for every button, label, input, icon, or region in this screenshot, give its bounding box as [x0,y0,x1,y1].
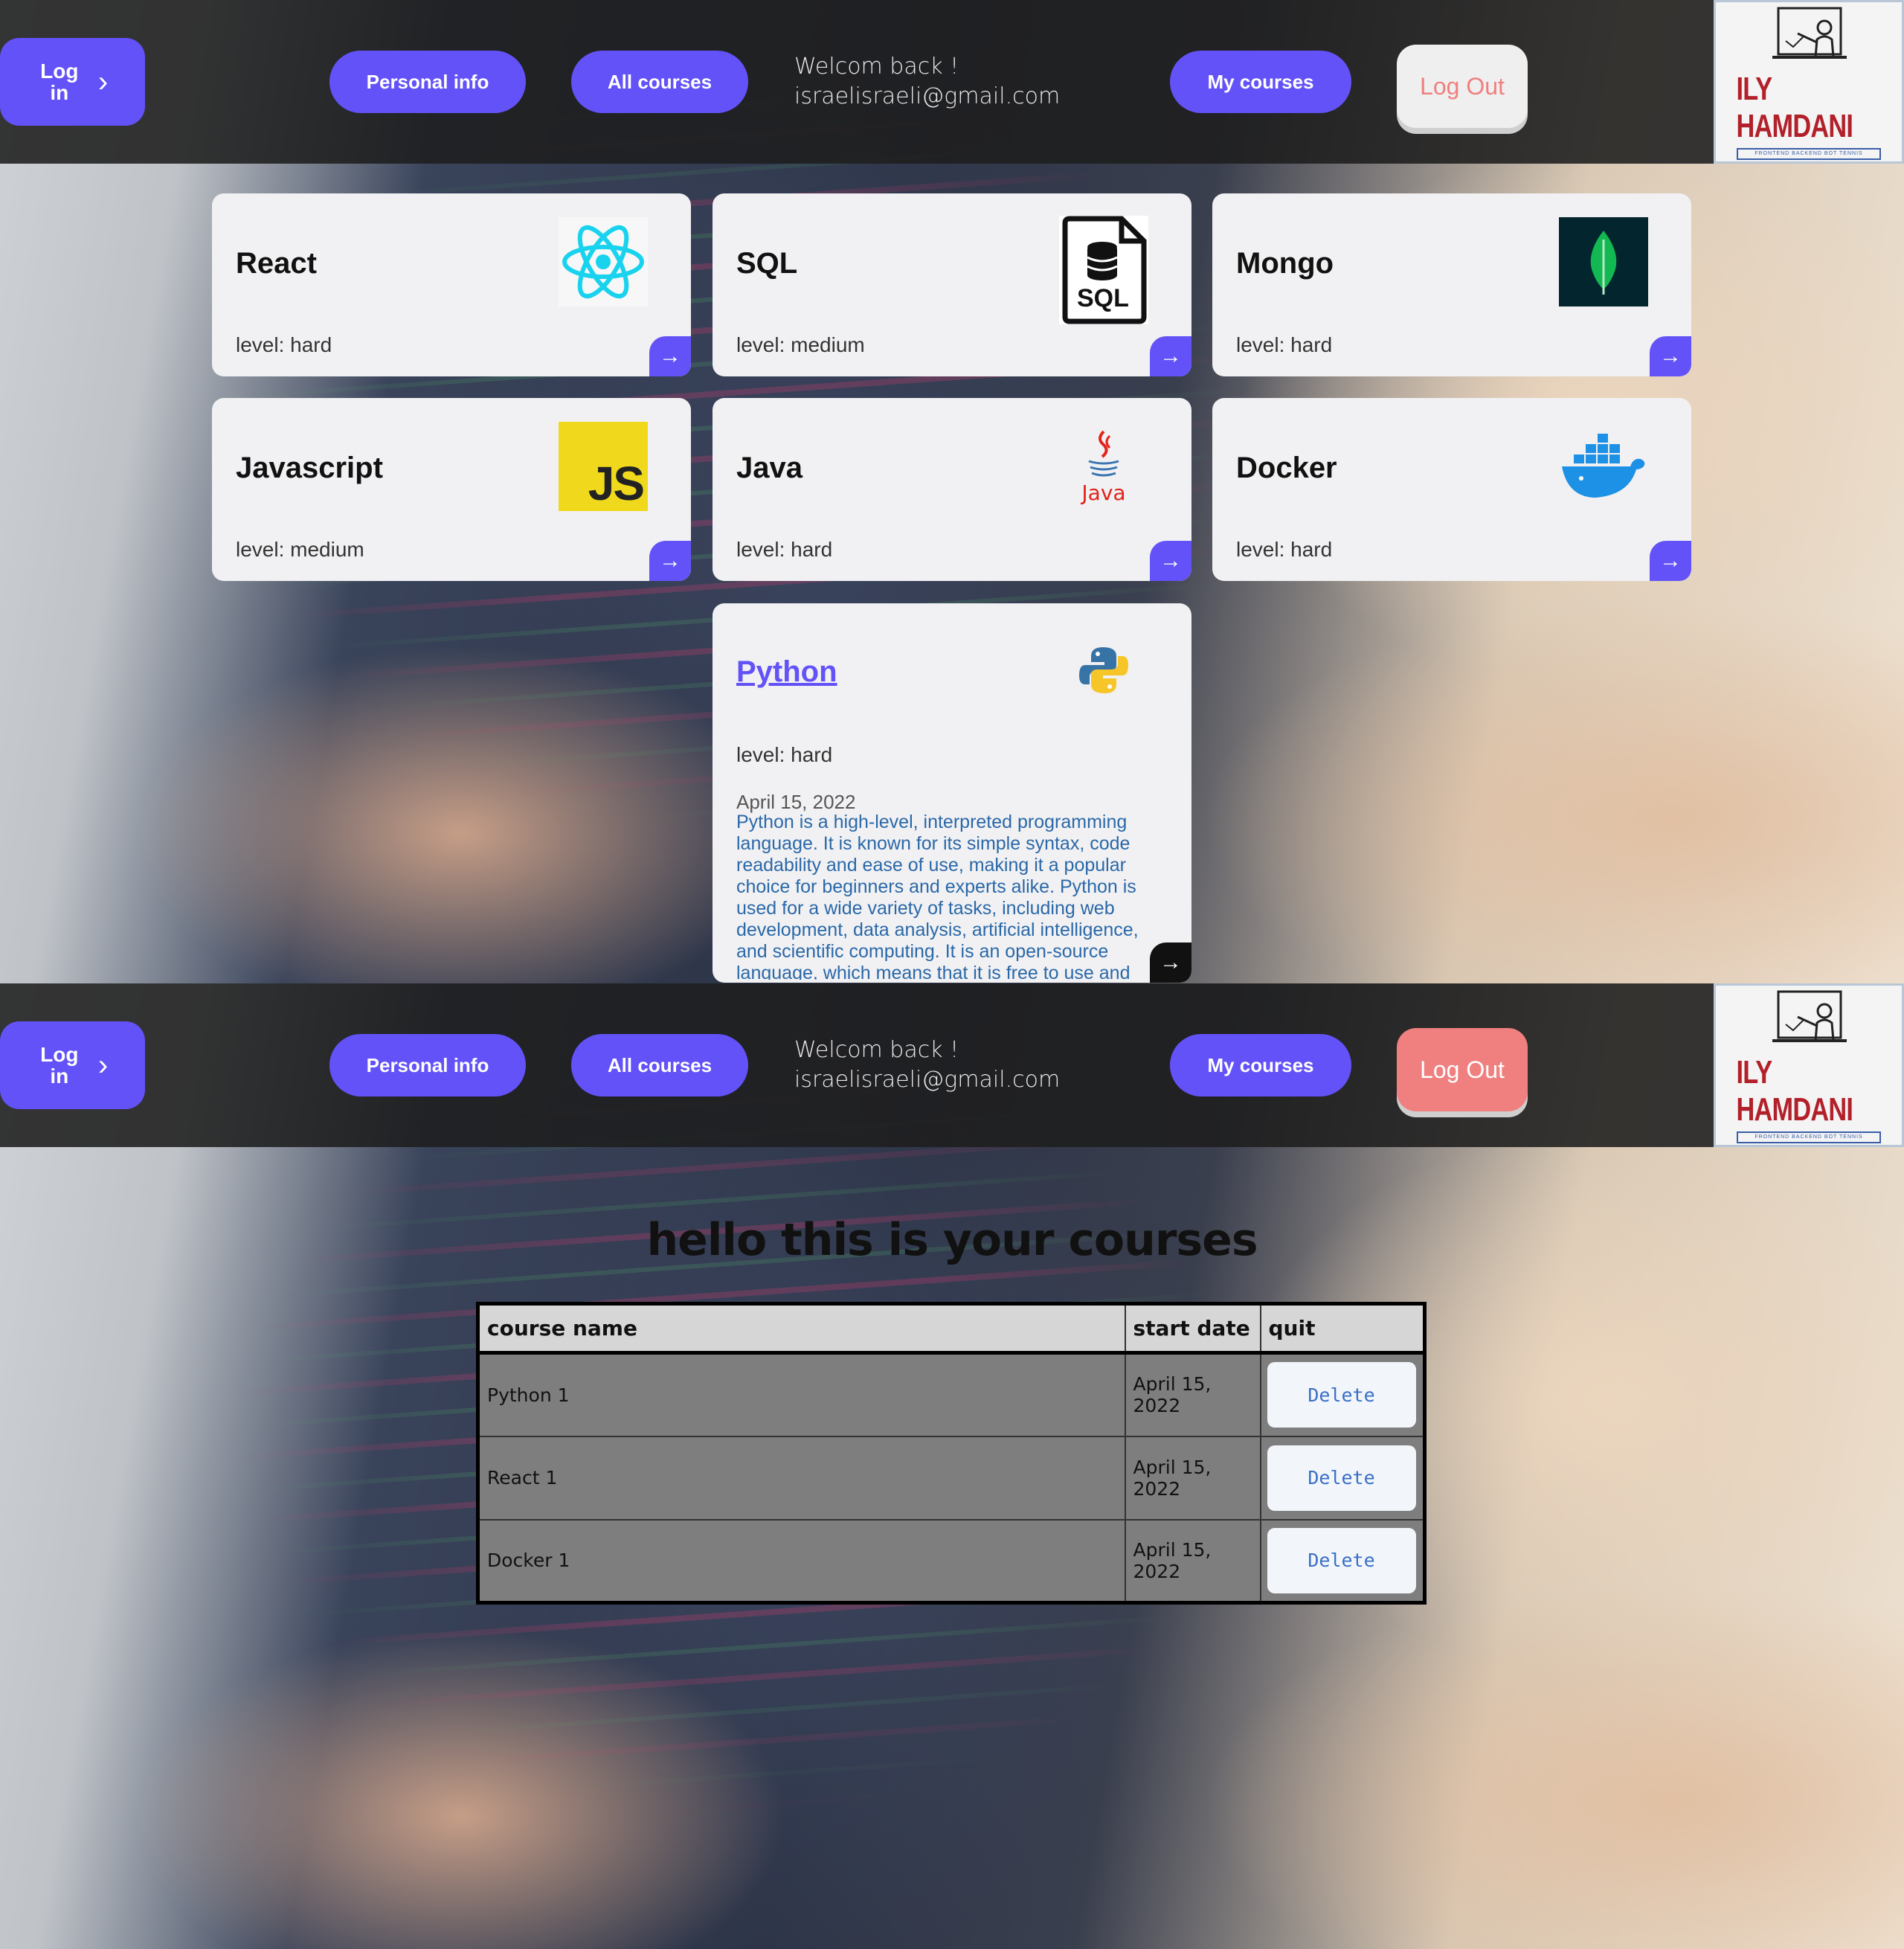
course-card-docker[interactable]: Docker level: hard → [1212,398,1691,581]
teacher-board-icon [1772,990,1847,1042]
quit-cell: Delete [1259,1352,1426,1437]
all-courses-button[interactable]: All courses [571,51,748,113]
table-row: Docker 1 April 15, 2022 Delete [477,1518,1426,1604]
js-icon: JS [559,422,648,511]
course-card-mongo[interactable]: Mongo level: hard → [1212,193,1691,376]
arrow-right-icon[interactable]: → [1650,336,1691,376]
my-courses-screen: Log in › Personal info All courses Welco… [0,983,1904,1949]
logo-title: ILY HAMDANI [1736,1054,1853,1128]
arrow-right-icon[interactable]: → [649,336,691,376]
course-name: React [236,247,317,280]
brand-logo: ILY HAMDANI FRONTEND BACKEND BOT TENNIS [1714,983,1904,1147]
my-courses-table: course name start date quit Python 1 Apr… [476,1302,1427,1605]
arrow-right-icon[interactable]: → [649,541,691,581]
react-icon [559,217,648,306]
login-button[interactable]: Log in › [0,38,145,126]
start-date-cell: April 15, 2022 [1124,1435,1261,1521]
course-name-cell: Python 1 [477,1352,1126,1437]
page-title: hello this is your courses [646,1214,1258,1266]
course-name: Mongo [1236,247,1334,280]
start-date-cell: April 15, 2022 [1124,1518,1261,1604]
course-card-sql[interactable]: SQL level: medium SQL → [713,193,1191,376]
column-header-quit: quit [1259,1303,1426,1355]
quit-cell: Delete [1259,1518,1426,1604]
quit-cell: Delete [1259,1435,1426,1521]
chevron-right-icon: › [97,65,109,98]
logout-button[interactable]: Log Out [1397,1028,1528,1111]
login-label: Log in [40,59,79,104]
sql-icon-text: SQL [1077,284,1129,312]
user-email: israelisraeli@gmail.com [794,83,1061,109]
logo-subtitle: FRONTEND BACKEND BOT TENNIS [1737,148,1881,160]
course-level: level: medium [736,333,865,356]
column-header-course-name: course name [477,1303,1126,1355]
table-row: Python 1 April 15, 2022 Delete [477,1352,1426,1437]
course-level: level: hard [236,333,332,356]
course-name-cell: Docker 1 [477,1518,1126,1604]
course-level: level: medium [236,538,364,561]
course-card-javascript[interactable]: Javascript level: medium JS → [212,398,691,581]
all-courses-screen: Log in › Personal info All courses Welco… [0,0,1904,983]
arrow-right-icon[interactable]: → [1150,336,1191,376]
course-date: April 15, 2022 [736,791,856,813]
course-level: level: hard [736,538,833,561]
welcome-text: Welcom back ! [794,1037,959,1063]
delete-button[interactable]: Delete [1267,1445,1416,1511]
start-date-cell: April 15, 2022 [1124,1352,1261,1437]
delete-button[interactable]: Delete [1267,1527,1416,1593]
chevron-right-icon: › [97,1049,109,1082]
docker-whale-icon [1559,422,1648,511]
top-navbar: Log in › Personal info All courses Welco… [0,0,1904,164]
course-name-link[interactable]: Python [736,655,837,689]
table-row: React 1 April 15, 2022 Delete [477,1435,1426,1521]
table-header-row: course name start date quit [477,1303,1426,1355]
python-icon [1059,626,1148,715]
logo-title: ILY HAMDANI [1736,71,1853,144]
course-card-python[interactable]: Python level: hard April 15, 2022 Python… [713,603,1191,983]
java-icon-text: Java [1081,480,1126,505]
course-level: level: hard [736,743,833,766]
course-description: Python is a high-level, interpreted prog… [736,812,1139,980]
login-button[interactable]: Log in › [0,1021,145,1109]
personal-info-button[interactable]: Personal info [329,51,526,113]
welcome-message: Welcom back ! israelisraeli@gmail.com [794,1035,1060,1095]
my-courses-button[interactable]: My courses [1170,1034,1351,1096]
logout-button[interactable]: Log Out [1397,45,1528,128]
all-courses-button[interactable]: All courses [571,1034,748,1096]
js-icon-text: JS [588,457,645,510]
login-label: Log in [40,1042,79,1088]
welcome-text: Welcom back ! [794,54,959,80]
arrow-right-icon[interactable]: → [1150,541,1191,581]
logo-subtitle: FRONTEND BACKEND BOT TENNIS [1737,1131,1881,1143]
teacher-board-icon [1772,7,1847,59]
course-level: level: hard [1236,538,1333,561]
arrow-right-icon[interactable]: → [1150,943,1191,983]
top-navbar: Log in › Personal info All courses Welco… [0,983,1904,1147]
course-level: level: hard [1236,333,1333,356]
course-name-cell: React 1 [477,1435,1126,1521]
mongodb-leaf-icon [1559,217,1648,306]
welcome-message: Welcom back ! israelisraeli@gmail.com [794,52,1060,112]
brand-logo: ILY HAMDANI FRONTEND BACKEND BOT TENNIS [1714,0,1904,164]
java-cup-icon: Java [1059,422,1148,511]
course-card-java[interactable]: Java level: hard Java → [713,398,1191,581]
course-name: SQL [736,247,798,280]
course-name: Java [736,452,803,484]
course-name: Javascript [236,452,383,484]
user-email: israelisraeli@gmail.com [794,1067,1061,1093]
my-courses-button[interactable]: My courses [1170,51,1351,113]
column-header-start-date: start date [1124,1303,1261,1355]
delete-button[interactable]: Delete [1267,1362,1416,1428]
sql-file-icon: SQL [1059,216,1148,324]
arrow-right-icon[interactable]: → [1650,541,1691,581]
personal-info-button[interactable]: Personal info [329,1034,526,1096]
course-name: Docker [1236,452,1337,484]
course-card-react[interactable]: React level: hard → [212,193,691,376]
